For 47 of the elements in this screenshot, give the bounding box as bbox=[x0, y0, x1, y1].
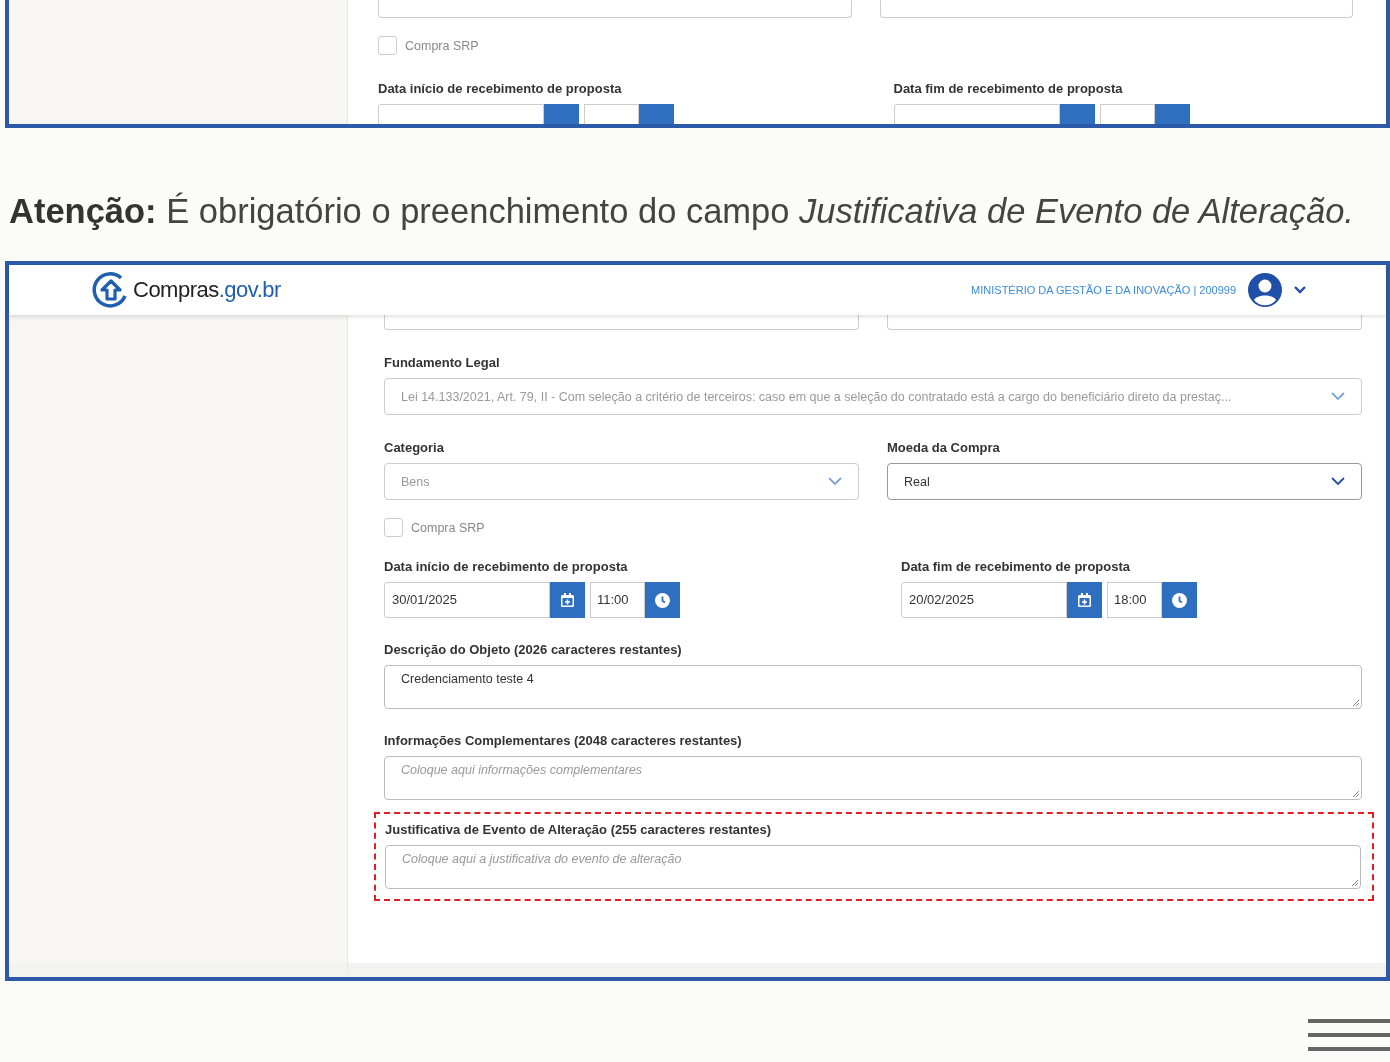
field-label: Moeda da Compra bbox=[887, 440, 1001, 455]
checkbox-label: Compra SRP bbox=[405, 38, 479, 53]
text-area[interactable]: Credenciamento teste 4 bbox=[384, 665, 1362, 709]
select-field[interactable] bbox=[378, 0, 852, 18]
chevron-down-icon bbox=[1331, 477, 1345, 486]
calendar-icon bbox=[1078, 593, 1091, 607]
select-field[interactable]: Real bbox=[887, 463, 1362, 500]
time-field[interactable]: 11:00 bbox=[590, 582, 645, 618]
clock-button[interactable] bbox=[1162, 582, 1197, 618]
field-label: Data fim de recebimento de proposta bbox=[893, 81, 1124, 96]
select-value: Bens bbox=[401, 474, 430, 489]
field-label: Data fim de recebimento de proposta bbox=[901, 559, 1131, 574]
field-label: Data início de recebimento de proposta bbox=[378, 81, 623, 96]
select-value: Real bbox=[904, 474, 930, 489]
input-field[interactable] bbox=[887, 315, 1362, 330]
resize-grip-icon bbox=[1351, 879, 1358, 886]
select-field[interactable] bbox=[879, 0, 1353, 18]
clock-icon bbox=[655, 592, 670, 608]
logo-text[interactable]: Compras.gov.br bbox=[133, 277, 281, 303]
chevron-down-icon bbox=[828, 477, 842, 486]
instruction-text: Atenção: É obrigatório o preenchimento do campo Justificativa de Evento de Alteração. bbox=[9, 192, 1355, 231]
chevron-down-icon[interactable] bbox=[1294, 286, 1306, 294]
field-label: Fundamento Legal bbox=[384, 355, 501, 370]
calendar-button[interactable] bbox=[550, 582, 585, 618]
date-field[interactable]: 30/01/2025 bbox=[384, 582, 550, 618]
resize-grip-icon bbox=[1352, 790, 1359, 797]
time-field[interactable]: 18:00 bbox=[1107, 582, 1162, 618]
checkbox-label: Compra SRP bbox=[411, 520, 485, 535]
chevron-down-icon bbox=[1331, 392, 1345, 401]
field-label: Categoria bbox=[384, 440, 445, 455]
calendar-icon bbox=[561, 593, 574, 607]
field-label: Informações Complementares (2048 caracteres restantes) bbox=[384, 733, 743, 748]
menu-lines-icon bbox=[1308, 1019, 1390, 1053]
resize-grip-icon bbox=[1352, 699, 1359, 706]
field-label: Descrição do Objeto (2026 caracteres restantes) bbox=[384, 642, 683, 657]
select-value: Lei 14.133/2021, Art. 79, II - Com seleção a critério de terceiros: caso em que a seleção do contratado está a cargo do beneficiário direto da prestaç... bbox=[401, 389, 1232, 404]
organization-info: MINISTÉRIO DA GESTÃO E DA INOVAÇÃO | 200999 bbox=[971, 284, 1236, 296]
checkbox[interactable] bbox=[384, 518, 403, 537]
field-label: Data início de recebimento de proposta bbox=[384, 559, 629, 574]
clock-button[interactable] bbox=[645, 582, 680, 618]
clock-icon bbox=[1172, 592, 1187, 608]
input-field[interactable] bbox=[384, 315, 859, 330]
field-label: Justificativa de Evento de Alteração (255 caracteres restantes) bbox=[385, 822, 773, 837]
user-avatar-icon[interactable] bbox=[1248, 273, 1282, 307]
date-field[interactable]: 20/02/2025 bbox=[901, 582, 1067, 618]
checkbox[interactable] bbox=[378, 36, 397, 55]
calendar-button[interactable] bbox=[1067, 582, 1102, 618]
